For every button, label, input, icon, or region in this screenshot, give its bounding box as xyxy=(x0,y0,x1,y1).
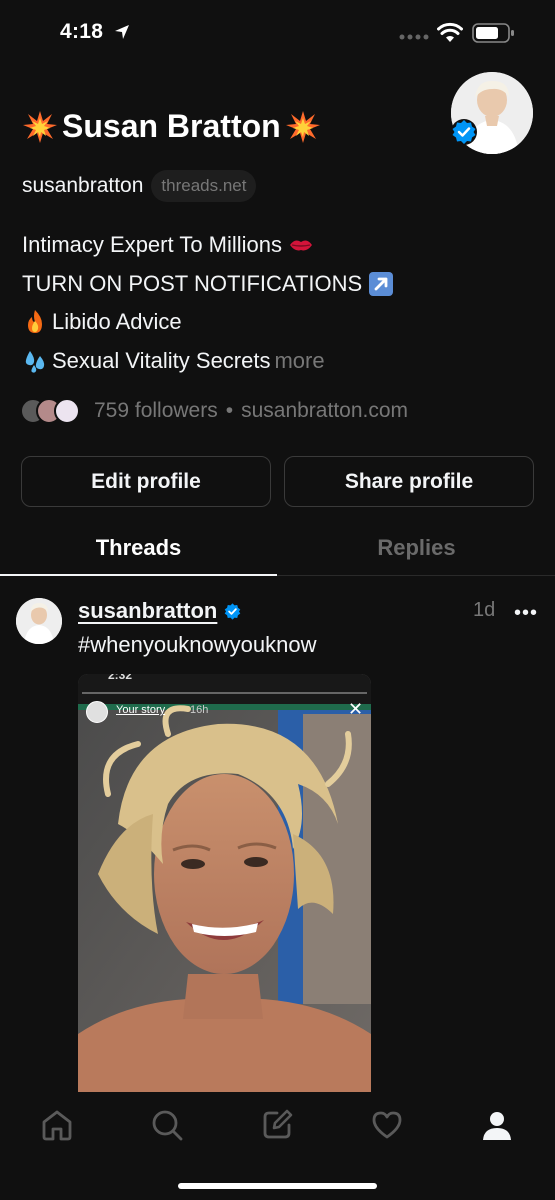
followers-count[interactable]: 759 followers xyxy=(94,399,218,423)
bio-line: Libido Advice xyxy=(22,303,532,342)
story-status-time: 2:32 xyxy=(108,674,133,682)
bio-line: Intimacy Expert To Millions xyxy=(22,226,532,265)
separator-dot: • xyxy=(225,399,234,422)
share-profile-button[interactable]: Share profile xyxy=(284,456,534,507)
collision-emoji-icon xyxy=(23,110,57,143)
compose-icon[interactable] xyxy=(260,1108,294,1142)
post-avatar-photo xyxy=(16,598,62,644)
battery-icon xyxy=(472,23,514,43)
story-avatar xyxy=(86,701,108,723)
verified-badge-icon xyxy=(451,119,477,145)
kiss-lips-emoji-icon xyxy=(290,240,313,251)
follower-avatar xyxy=(54,398,80,424)
active-tab-indicator xyxy=(0,574,277,576)
home-indicator xyxy=(178,1183,377,1189)
bio-line-text: Intimacy Expert To Millions xyxy=(22,232,283,257)
threads-domain-badge[interactable]: threads.net xyxy=(151,170,257,202)
status-time: 4:18 xyxy=(60,20,104,43)
post-text: #whenyouknowyouknow xyxy=(78,632,317,657)
story-age: 16h xyxy=(190,704,209,716)
cellular-signal-icon xyxy=(399,34,429,40)
followers-row: 759 followers • susanbratton.com xyxy=(20,396,408,426)
story-close-icon: ✕ xyxy=(348,699,364,719)
collision-emoji-icon xyxy=(285,110,320,143)
profile-tabs: Threads Replies xyxy=(0,520,555,578)
home-icon[interactable] xyxy=(40,1108,74,1142)
post-author: susanbratton xyxy=(78,598,242,624)
profile-icon[interactable] xyxy=(480,1108,514,1142)
post-timestamp: 1d xyxy=(473,599,496,621)
bio-line-text: Sexual Vitality Secrets xyxy=(52,347,271,373)
post-avatar[interactable] xyxy=(16,598,62,644)
website-link[interactable]: susanbratton.com xyxy=(241,399,408,423)
verified-badge-icon xyxy=(225,602,241,620)
profile-name-text: Susan Bratton xyxy=(62,108,281,144)
tab-divider xyxy=(277,575,555,576)
wifi-icon xyxy=(437,22,463,42)
status-bar: 4:18 xyxy=(0,0,555,68)
edit-profile-button[interactable]: Edit profile xyxy=(21,456,271,507)
bio-line-text: Libido Advice xyxy=(52,309,182,334)
profile-bio: Intimacy Expert To Millions TURN ON POST… xyxy=(22,226,532,380)
tab-threads[interactable]: Threads xyxy=(0,520,277,576)
profile-handle: susanbratton xyxy=(22,174,144,197)
tab-replies[interactable]: Replies xyxy=(278,520,555,576)
search-icon[interactable] xyxy=(150,1108,184,1142)
up-right-arrow-emoji-icon xyxy=(369,271,394,296)
story-label: Your story xyxy=(116,704,166,716)
selfie-photo xyxy=(78,674,371,1092)
handle-row: susanbratton threads.net xyxy=(22,170,257,202)
post-username[interactable]: susanbratton xyxy=(78,598,217,624)
post-image[interactable]: 2:32 Your story 16h ✕ xyxy=(78,674,371,1092)
story-header: Your story 16h ✕ xyxy=(78,698,371,728)
bio-line: Sexual Vitality Secrets more xyxy=(22,342,532,381)
activity-heart-icon[interactable] xyxy=(370,1108,404,1142)
sweat-droplets-emoji-icon xyxy=(25,350,45,373)
bio-line-text: TURN ON POST NOTIFICATIONS xyxy=(22,270,363,296)
bio-more-link[interactable]: more xyxy=(274,342,324,381)
follower-avatars[interactable] xyxy=(20,396,84,426)
profile-name: Susan Bratton xyxy=(22,108,321,145)
bio-line: TURN ON POST NOTIFICATIONS xyxy=(22,265,532,304)
location-arrow-icon xyxy=(115,25,129,39)
story-progress-bar xyxy=(82,692,367,694)
fire-emoji-icon xyxy=(28,310,42,334)
post-more-button[interactable]: ••• xyxy=(514,602,538,625)
